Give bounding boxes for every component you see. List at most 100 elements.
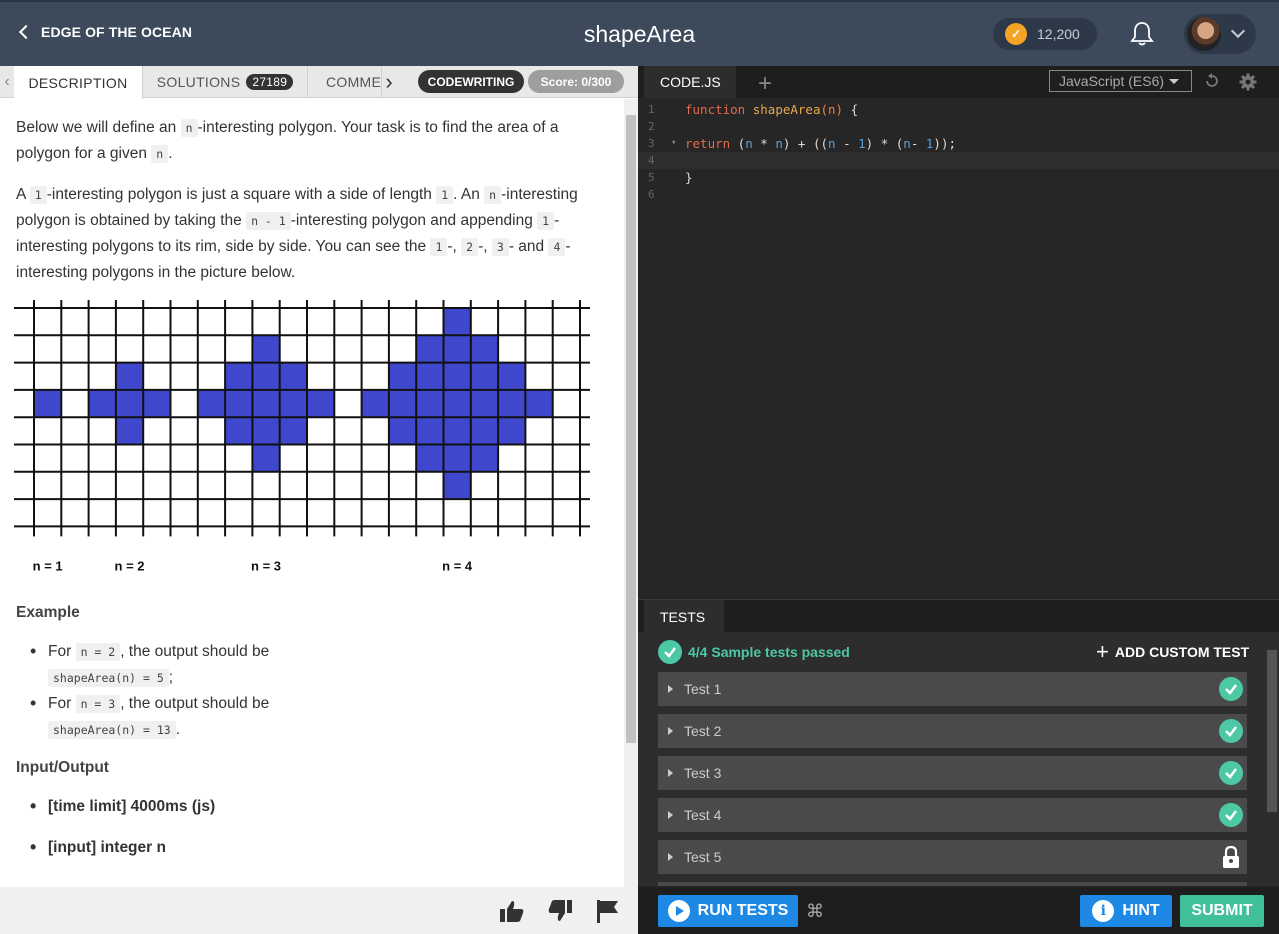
code-line: 2 <box>638 118 1279 135</box>
tab-code-js[interactable]: CODE.JS <box>644 66 736 98</box>
expand-arrow-icon <box>668 769 673 777</box>
line-number: 5 <box>648 171 655 184</box>
inline-code: 2 <box>461 238 479 256</box>
test-row[interactable]: Test 2 <box>658 714 1247 748</box>
check-circle-icon <box>1219 803 1243 827</box>
example-heading: Example <box>16 604 80 621</box>
line-number: 1 <box>648 103 655 116</box>
score-pill: Score: 0/300 <box>528 70 624 93</box>
thumbs-up-icon[interactable] <box>499 899 525 923</box>
info-icon: i <box>1092 900 1115 922</box>
text: For <box>48 695 76 712</box>
list-item: For n = 2, the output should be shapeAre… <box>30 639 608 691</box>
definition-paragraph: A 1 -interesting polygon is just a square… <box>16 182 608 285</box>
tabs-scroll-right-icon[interactable]: › <box>382 66 396 98</box>
coins-counter[interactable]: ✓ 12,200 <box>993 18 1097 50</box>
test-label: Test 3 <box>684 765 722 781</box>
flag-icon[interactable] <box>595 899 621 923</box>
fold-arrow-icon[interactable]: ▾ <box>671 135 676 152</box>
bell-icon[interactable] <box>1128 20 1156 48</box>
text: Below we will define an <box>16 119 181 136</box>
solutions-count-badge: 27189 <box>246 74 294 90</box>
language-select-value: JavaScript (ES6) <box>1059 73 1165 89</box>
test-row[interactable]: Test 4 <box>658 798 1247 832</box>
reset-icon[interactable] <box>1204 73 1220 89</box>
tests-panel: 4/4 Sample tests passed + ADD CUSTOM TES… <box>638 632 1279 886</box>
user-menu[interactable] <box>1184 14 1256 54</box>
tests-summary-text: 4/4 Sample tests passed <box>688 644 850 660</box>
coins-value: 12,200 <box>1037 26 1080 42</box>
settings-gear-icon[interactable] <box>1239 73 1257 91</box>
figure-label: n = 4 <box>442 558 473 573</box>
hint-button[interactable]: i HINT <box>1080 895 1172 927</box>
description-footer <box>0 887 638 934</box>
expand-arrow-icon <box>668 853 673 861</box>
submit-label: SUBMIT <box>1191 902 1253 919</box>
tests-header: TESTS <box>638 599 1279 633</box>
description-content: Below we will define an n -interesting po… <box>0 99 624 887</box>
top-bar: EDGE OF THE OCEAN shapeArea ✓ 12,200 <box>0 0 1279 66</box>
tab-solutions[interactable]: SOLUTIONS 27189 <box>143 66 308 98</box>
figure-label: n = 3 <box>251 558 281 573</box>
text: -interesting polygon is just a square wi… <box>46 186 437 203</box>
add-file-icon[interactable]: + <box>758 70 772 98</box>
thumbs-down-icon[interactable] <box>547 899 573 923</box>
io-list: [time limit] 4000ms (js) [input] integer… <box>16 794 608 860</box>
code-text: } <box>685 170 693 185</box>
code-editor[interactable]: 1 function shapeArea(n) { 2 3 ▾ return (… <box>638 98 1279 598</box>
code-line: 1 function shapeArea(n) { <box>638 101 1279 118</box>
submit-button[interactable]: SUBMIT <box>1180 895 1264 927</box>
inline-code: n <box>484 186 502 204</box>
add-custom-test-button[interactable]: + ADD CUSTOM TEST <box>1096 639 1250 664</box>
scrollbar-thumb[interactable] <box>626 115 636 743</box>
inline-code: 3 <box>491 238 509 256</box>
polygons-figure: n = 1 n = 2 n = 3 n = 4 <box>14 300 590 573</box>
code-line: 4 <box>638 152 1279 169</box>
check-circle-icon <box>1219 677 1243 701</box>
text: . <box>175 721 181 738</box>
code-text: function shapeArea(n) { <box>685 102 859 117</box>
language-select[interactable]: JavaScript (ES6) <box>1049 70 1192 92</box>
test-row[interactable]: Test 3 <box>658 756 1247 790</box>
tabs-scroll-left-icon[interactable]: ‹ <box>0 66 14 98</box>
text: -, <box>447 238 462 255</box>
run-tests-button[interactable]: RUN TESTS <box>658 895 798 927</box>
intro-paragraph: Below we will define an n -interesting po… <box>16 115 608 167</box>
description-scrollbar[interactable] <box>624 99 638 887</box>
tab-tests[interactable]: TESTS <box>644 600 724 633</box>
code-text: return (n * n) + ((n - 1) * (n- 1)); <box>685 136 956 151</box>
hint-label: HINT <box>1122 902 1160 919</box>
inline-code: 4 <box>548 238 566 256</box>
tests-scrollbar[interactable] <box>1265 632 1279 886</box>
line-number: 2 <box>648 120 655 133</box>
plus-icon: + <box>1096 639 1109 664</box>
line-number: 6 <box>648 188 655 201</box>
tab-description-label: DESCRIPTION <box>28 74 128 91</box>
list-item: [time limit] 4000ms (js) <box>30 794 608 819</box>
tab-code-js-label: CODE.JS <box>660 74 721 90</box>
test-row[interactable]: Test 1 <box>658 672 1247 706</box>
figure-label: n = 2 <box>115 558 145 573</box>
scrollbar-thumb[interactable] <box>1267 650 1277 812</box>
lock-icon <box>1223 845 1239 868</box>
code-line: 5 } <box>638 169 1279 186</box>
test-row <box>658 882 1247 886</box>
tab-description[interactable]: DESCRIPTION <box>14 66 143 99</box>
inline-code: 1 <box>29 186 47 204</box>
test-row[interactable]: Test 5 <box>658 840 1247 874</box>
back-link-label: EDGE OF THE OCEAN <box>41 24 193 40</box>
coin-icon: ✓ <box>1005 23 1027 45</box>
avatar <box>1187 17 1221 51</box>
tab-comments[interactable]: COMMEN <box>308 66 382 98</box>
command-key-icon: ⌘ <box>806 901 824 921</box>
list-item: [input] integer n <box>30 835 608 860</box>
add-custom-test-label: ADD CUSTOM TEST <box>1114 644 1250 660</box>
text: A <box>16 186 30 203</box>
text: For <box>48 643 76 660</box>
back-link[interactable]: EDGE OF THE OCEAN <box>18 24 192 40</box>
list-item: For n = 3, the output should be shapeAre… <box>30 691 608 743</box>
test-label: Test 1 <box>684 681 722 697</box>
inline-code: n = 2 <box>75 643 121 661</box>
inline-code: shapeArea(n) = 13 <box>48 721 176 739</box>
check-circle-icon <box>1219 719 1243 743</box>
